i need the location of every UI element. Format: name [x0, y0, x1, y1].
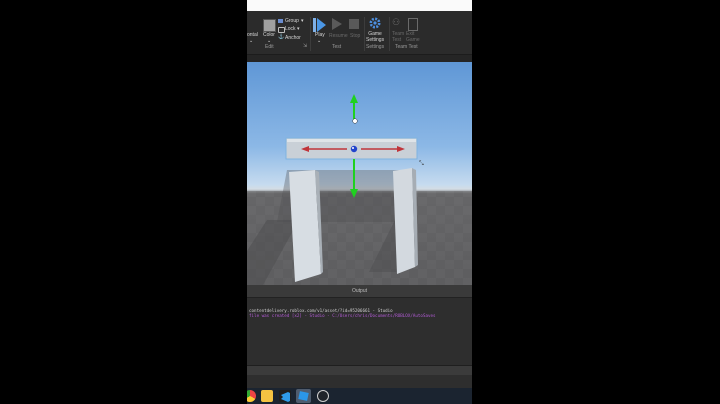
ribbon-divider — [310, 17, 311, 51]
game-settings-button[interactable]: Game Settings — [366, 31, 384, 43]
ribbon-gap — [247, 55, 472, 62]
resume-button[interactable]: Resume — [329, 34, 348, 39]
file-explorer-icon[interactable] — [261, 390, 273, 402]
output-panel: Output contentdelivery.roblox.com/v1/ass… — [247, 285, 472, 377]
color-swatch-icon[interactable] — [263, 19, 276, 32]
3d-viewport[interactable]: ⤡ — [247, 62, 472, 285]
settings-group-label: Settings — [366, 44, 385, 50]
mouse-cursor-icon — [352, 118, 358, 124]
edit-group-expand-icon[interactable]: ⇲ — [303, 44, 307, 49]
team-test-button[interactable]: Team Test — [392, 31, 404, 43]
command-bar-input[interactable] — [247, 365, 472, 375]
anchor-icon: ⚓ — [278, 34, 285, 40]
obs-icon[interactable] — [317, 390, 329, 402]
exit-game-button[interactable]: Exit Game — [406, 31, 420, 43]
windows-taskbar — [247, 388, 472, 404]
lock-icon — [278, 27, 285, 33]
resume-icon — [332, 18, 342, 30]
ribbon-divider — [389, 17, 390, 51]
scene: ⤡ — [247, 94, 472, 285]
lock-button[interactable]: Lock — [285, 27, 296, 32]
stop-icon — [349, 19, 359, 29]
edit-group-label: Edit — [265, 44, 274, 50]
chrome-icon[interactable] — [247, 390, 256, 402]
output-panel-title: Output — [247, 285, 472, 298]
y-axis-arrow-icon[interactable] — [350, 94, 358, 103]
group-icon — [278, 19, 283, 23]
cursor-marker-icon: ⤡ — [419, 160, 424, 167]
team-test-icon: ⚇ — [392, 17, 401, 27]
gear-icon[interactable] — [369, 17, 381, 29]
studio-window: ontal ⌄ Color ⌄ Group ▾ Lock ▾ ⚓ Anchor … — [247, 0, 472, 404]
roblox-studio-icon[interactable] — [296, 389, 311, 403]
ribbon-divider — [364, 17, 365, 51]
test-group-label: Test — [332, 44, 342, 50]
anchor-button[interactable]: Anchor — [285, 36, 301, 41]
vscode-icon[interactable] — [279, 390, 291, 402]
group-button[interactable]: Group — [285, 19, 299, 24]
gizmo-center[interactable] — [350, 145, 358, 153]
output-log-line: file was created [x2] - Studio - C:/User… — [249, 313, 436, 318]
stop-button[interactable]: Stop — [350, 34, 360, 39]
ribbon-toolbar: ontal ⌄ Color ⌄ Group ▾ Lock ▾ ⚓ Anchor … — [247, 11, 472, 55]
team-test-group-label: Team Test — [395, 44, 418, 50]
partial-tool-caret[interactable]: ⌄ — [249, 39, 253, 44]
play-icon[interactable] — [313, 17, 327, 33]
title-strip — [247, 0, 472, 11]
exit-game-icon — [408, 18, 418, 31]
